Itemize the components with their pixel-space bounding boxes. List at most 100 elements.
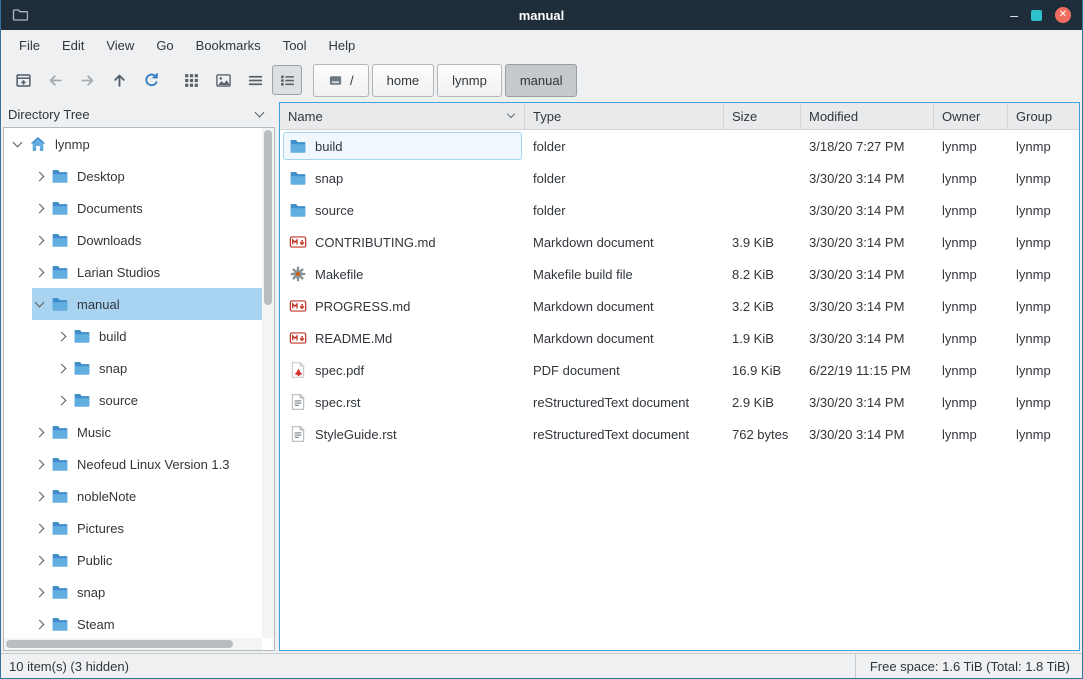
file-row-spec-pdf[interactable]: spec.pdfPDF document16.9 KiB6/22/19 11:1… [280, 354, 1079, 386]
file-size: 3.2 KiB [724, 290, 801, 322]
column-header-owner[interactable]: Owner [934, 103, 1008, 129]
menu-go[interactable]: Go [145, 33, 184, 58]
sidebar-header[interactable]: Directory Tree [3, 102, 275, 127]
tree-item-public[interactable]: Public [4, 544, 262, 576]
tree-item-documents[interactable]: Documents [4, 192, 262, 224]
column-header-group[interactable]: Group [1008, 103, 1079, 129]
tree-item-music[interactable]: Music [4, 416, 262, 448]
minimize-button[interactable]: – [1010, 8, 1018, 22]
title-bar[interactable]: manual – ✕ [1, 0, 1082, 30]
chevron-right-icon[interactable] [35, 491, 45, 501]
chevron-right-icon[interactable] [35, 523, 45, 533]
tree-item-desktop[interactable]: Desktop [4, 160, 262, 192]
file-manager-window: manual – ✕ FileEditViewGoBookmarksToolHe… [0, 0, 1083, 679]
thumbnail-view-button[interactable] [208, 65, 238, 95]
file-row-source[interactable]: sourcefolder3/30/20 3:14 PMlynmplynmp [280, 194, 1079, 226]
tree-item-content: Larian Studios [32, 256, 262, 288]
file-row-build[interactable]: buildfolder3/18/20 7:27 PMlynmplynmp [280, 130, 1079, 162]
chevron-right-icon[interactable] [35, 235, 45, 245]
file-type: folder [525, 162, 724, 194]
sort-descending-icon [507, 110, 515, 118]
folder-icon [73, 359, 91, 377]
chevron-down-icon[interactable] [13, 137, 23, 147]
file-row-contributing-md[interactable]: CONTRIBUTING.mdMarkdown document3.9 KiB3… [280, 226, 1079, 258]
menu-view[interactable]: View [95, 33, 145, 58]
tree-item-build[interactable]: build [4, 320, 262, 352]
go-up-button[interactable] [104, 65, 134, 95]
chevron-right-icon[interactable] [35, 459, 45, 469]
menu-help[interactable]: Help [318, 33, 367, 58]
path-segment-manual[interactable]: manual [505, 64, 578, 97]
menu-file[interactable]: File [8, 33, 51, 58]
menu-tool[interactable]: Tool [272, 33, 318, 58]
file-row-readme-md[interactable]: README.MdMarkdown document1.9 KiB3/30/20… [280, 322, 1079, 354]
icon-view-button[interactable] [176, 65, 206, 95]
directory-tree-panel: lynmpDesktopDocuments Downloads Larian Stu… [3, 127, 275, 651]
directory-tree: lynmpDesktopDocuments Downloads Larian Stu… [4, 128, 262, 638]
tree-item-downloads[interactable]: Downloads [4, 224, 262, 256]
file-row-spec-rst[interactable]: spec.rstreStructuredText document2.9 KiB… [280, 386, 1079, 418]
file-name-wrap: snap [284, 165, 521, 191]
tree-item-source[interactable]: source [4, 384, 262, 416]
chevron-right-icon[interactable] [57, 395, 67, 405]
compact-view-button[interactable] [240, 65, 270, 95]
file-row-snap[interactable]: snapfolder3/30/20 3:14 PMlynmplynmp [280, 162, 1079, 194]
tree-item-lynmp[interactable]: lynmp [4, 128, 262, 160]
tree-item-snap[interactable]: snap [4, 352, 262, 384]
file-row-styleguide-rst[interactable]: StyleGuide.rstreStructuredText document7… [280, 418, 1079, 450]
file-group: lynmp [1008, 258, 1079, 290]
go-back-button[interactable] [40, 65, 70, 95]
scrollbar-thumb[interactable] [6, 640, 233, 648]
chevron-right-icon[interactable] [57, 331, 67, 341]
close-button[interactable]: ✕ [1055, 7, 1071, 23]
file-name: StyleGuide.rst [315, 427, 397, 442]
tree-item-noblenote[interactable]: nobleNote [4, 480, 262, 512]
chevron-right-icon[interactable] [35, 619, 45, 629]
file-row-makefile[interactable]: MakefileMakefile build file8.2 KiB3/30/2… [280, 258, 1079, 290]
chevron-down-icon[interactable] [35, 297, 45, 307]
chevron-right-icon[interactable] [35, 555, 45, 565]
tree-item-label: manual [77, 297, 120, 312]
chevron-right-icon[interactable] [35, 203, 45, 213]
path-segment-label: manual [520, 73, 563, 88]
reload-button[interactable] [136, 65, 166, 95]
column-header-name[interactable]: Name [280, 103, 525, 129]
tree-item-steam[interactable]: Steam [4, 608, 262, 638]
detailed-list-view-button[interactable] [272, 65, 302, 95]
tree-item-larian-studios[interactable]: Larian Studios [4, 256, 262, 288]
maximize-button[interactable] [1031, 10, 1042, 21]
file-row-progress-md[interactable]: PROGRESS.mdMarkdown document3.2 KiB3/30/… [280, 290, 1079, 322]
sidebar-vertical-scrollbar[interactable] [262, 128, 274, 638]
menu-bookmarks[interactable]: Bookmarks [185, 33, 272, 58]
tree-item-content: Pictures [32, 512, 262, 544]
tree-item-manual[interactable]: manual [4, 288, 262, 320]
tree-item-snap[interactable]: snap [4, 576, 262, 608]
sidebar-horizontal-scrollbar[interactable] [4, 638, 262, 650]
path-root-button[interactable]: / [313, 64, 369, 97]
column-header-type[interactable]: Type [525, 103, 724, 129]
path-segment-home[interactable]: home [372, 64, 435, 97]
chevron-right-icon[interactable] [35, 171, 45, 181]
chevron-right-icon[interactable] [35, 427, 45, 437]
file-name-cell: CONTRIBUTING.md [280, 226, 525, 258]
chevron-down-icon[interactable] [255, 108, 265, 118]
chevron-right-icon[interactable] [35, 587, 45, 597]
file-group: lynmp [1008, 418, 1079, 450]
column-header-modified[interactable]: Modified [801, 103, 934, 129]
tree-item-pictures[interactable]: Pictures [4, 512, 262, 544]
file-name-cell: build [280, 130, 525, 162]
column-header-size[interactable]: Size [724, 103, 801, 129]
new-tab-button[interactable] [8, 65, 38, 95]
menu-edit[interactable]: Edit [51, 33, 95, 58]
chevron-right-icon[interactable] [35, 267, 45, 277]
tree-item-neofeud-linux-version-1-3[interactable]: Neofeud Linux Version 1.3 [4, 448, 262, 480]
file-name-wrap: build [284, 133, 521, 159]
chevron-right-icon[interactable] [57, 363, 67, 373]
file-modified: 3/18/20 7:27 PM [801, 130, 934, 162]
tree-item-label: Downloads [77, 233, 141, 248]
tree-item-label: source [99, 393, 138, 408]
go-forward-button[interactable] [72, 65, 102, 95]
path-segment-lynmp[interactable]: lynmp [437, 64, 502, 97]
scrollbar-thumb[interactable] [264, 130, 272, 305]
folder-icon [51, 199, 69, 217]
